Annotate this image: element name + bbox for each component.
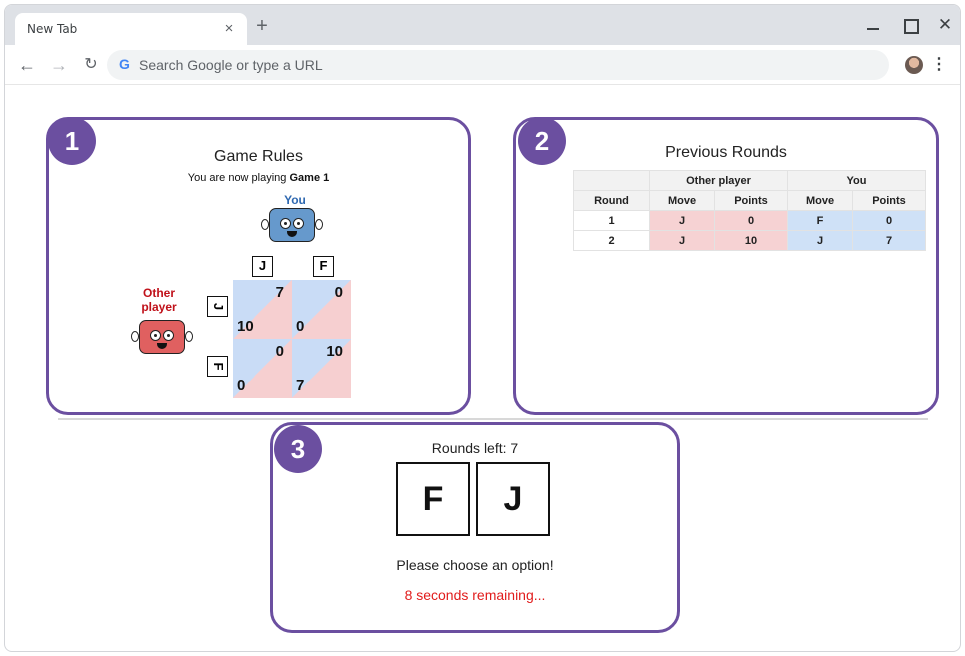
subtitle-prefix: You are now playing (187, 172, 290, 184)
you-points: 0 (275, 343, 284, 360)
countdown-timer: 8 seconds remaining... (404, 587, 546, 603)
rounds-left-label: Rounds left: 7 (431, 440, 519, 456)
option-j-button[interactable]: J (476, 462, 550, 536)
header-other-points: Points (714, 190, 788, 211)
table-group-header-row: Other player You (573, 170, 926, 191)
cell-round: 1 (573, 210, 650, 231)
header-you-move: Move (787, 190, 853, 211)
payoff-cell-fj: 0 0 (233, 339, 292, 398)
other-player-robot-icon (131, 320, 193, 354)
you-points: 0 (334, 284, 343, 301)
table-row: 2 J 10 J 7 (573, 230, 926, 251)
other-points: 10 (237, 318, 254, 335)
step-badge-3: 3 (274, 425, 322, 473)
reload-icon[interactable]: ↻ (81, 55, 101, 75)
maximize-button[interactable] (899, 15, 919, 35)
group-header-other: Other player (649, 170, 788, 191)
group-header-you: You (787, 170, 926, 191)
tab-title: New Tab (27, 22, 78, 36)
section-divider (58, 418, 928, 420)
cell-other-points: 0 (714, 210, 788, 231)
close-icon[interactable]: × (219, 19, 239, 39)
other-player-label: Other player (141, 286, 177, 314)
previous-rounds-table: Other player You Round Move Points Move … (573, 170, 926, 251)
subtitle-game: Game 1 (289, 172, 330, 184)
payoff-cell-ff: 10 7 (292, 339, 351, 398)
other-points: 0 (296, 318, 305, 335)
other-points: 7 (296, 377, 305, 394)
choose-prompt: Please choose an option! (396, 557, 554, 573)
cell-you-move: J (787, 230, 853, 251)
tab-strip: New Tab × + ✕ (5, 5, 960, 45)
payoff-cell-jj: 7 10 (233, 280, 292, 339)
game-rules-title: Game Rules (214, 148, 303, 165)
cell-other-points: 10 (714, 230, 788, 251)
header-you-points: Points (852, 190, 926, 211)
other-points: 0 (237, 377, 246, 394)
payoff-matrix: 7 10 0 0 0 0 10 7 (233, 280, 351, 398)
new-tab-button[interactable]: + (253, 16, 271, 36)
row-key-f: F (207, 356, 228, 377)
column-key-j: J (252, 256, 273, 277)
choice-panel: Rounds left: 7 F J Please choose an opti… (270, 422, 680, 633)
cell-round: 2 (573, 230, 650, 251)
minimize-button[interactable] (863, 15, 883, 35)
tab-new-tab[interactable]: New Tab × (15, 13, 247, 45)
table-row: 1 J 0 F 0 (573, 210, 926, 231)
previous-rounds-panel: Previous Rounds Other player You Round M… (513, 117, 939, 415)
forward-arrow-icon[interactable]: → (49, 55, 69, 75)
game-rules-subtitle: You are now playing Game 1 (49, 172, 468, 184)
profile-avatar[interactable] (905, 56, 923, 74)
cell-you-move: F (787, 210, 853, 231)
table-corner (573, 170, 650, 191)
browser-toolbar: ← → ↻ G Search Google or type a URL ⋮ (5, 45, 960, 85)
previous-rounds-title: Previous Rounds (665, 144, 787, 161)
game-rules-panel: Game Rules You are now playing Game 1 Yo… (46, 117, 471, 415)
address-bar-placeholder: Search Google or type a URL (139, 57, 323, 73)
you-robot-icon (261, 208, 323, 242)
you-label: You (284, 193, 306, 207)
address-bar[interactable]: G Search Google or type a URL (107, 50, 889, 80)
header-other-move: Move (649, 190, 715, 211)
window-close-button[interactable]: ✕ (935, 15, 955, 35)
back-arrow-icon[interactable]: ← (17, 55, 37, 75)
menu-dots-icon[interactable]: ⋮ (931, 55, 947, 75)
table-header-row: Round Move Points Move Points (573, 190, 926, 211)
option-f-button[interactable]: F (396, 462, 470, 536)
you-points: 10 (326, 343, 343, 360)
header-round: Round (573, 190, 650, 211)
step-badge-2: 2 (518, 117, 566, 165)
payoff-cell-jf: 0 0 (292, 280, 351, 339)
step-badge-1: 1 (48, 117, 96, 165)
cell-you-points: 0 (852, 210, 926, 231)
google-icon: G (119, 56, 130, 72)
row-key-j: J (207, 296, 228, 317)
column-key-f: F (313, 256, 334, 277)
cell-you-points: 7 (852, 230, 926, 251)
cell-other-move: J (649, 210, 715, 231)
you-points: 7 (275, 284, 284, 301)
cell-other-move: J (649, 230, 715, 251)
